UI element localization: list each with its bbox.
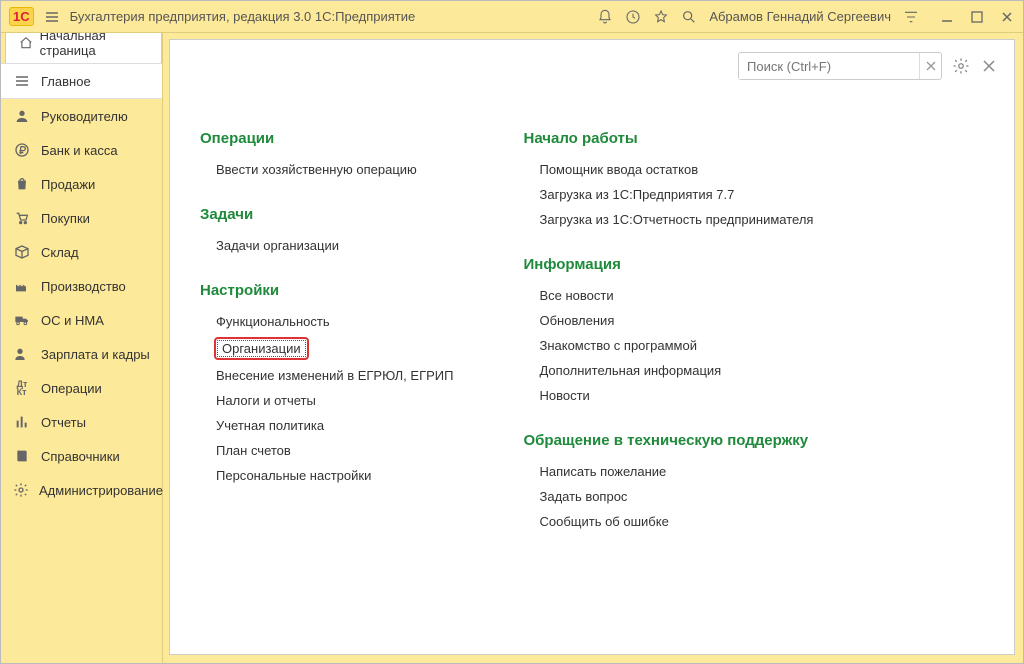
sidebar-item-label: Склад — [41, 245, 79, 260]
hamburger-icon[interactable] — [44, 9, 60, 25]
sidebar-item-warehouse[interactable]: Склад — [1, 235, 162, 269]
section-title-settings: Настройки — [200, 282, 453, 299]
minimize-icon[interactable] — [939, 9, 955, 25]
link-taxes[interactable]: Налоги и отчеты — [200, 388, 453, 413]
tab-home[interactable]: Начальная страница — [5, 33, 162, 63]
sidebar-item-assets[interactable]: ОС и НМА — [1, 303, 162, 337]
link-load-77[interactable]: Загрузка из 1С:Предприятия 7.7 — [523, 182, 813, 207]
star-icon[interactable] — [653, 9, 669, 25]
factory-icon — [13, 277, 31, 295]
menu-icon — [13, 72, 31, 90]
sidebar-item-bank[interactable]: Банк и касса — [1, 133, 162, 167]
content-pane: Операции Ввести хозяйственную операцию З… — [169, 39, 1015, 655]
bag-icon — [13, 175, 31, 193]
app-body: Начальная страница Главное Руководителю … — [1, 33, 1023, 663]
sidebar-item-sales[interactable]: Продажи — [1, 167, 162, 201]
app-window: 1C Бухгалтерия предприятия, редакция 3.0… — [0, 0, 1024, 664]
sidebar-item-salary[interactable]: Зарплата и кадры — [1, 337, 162, 371]
column-right: Начало работы Помощник ввода остатков За… — [523, 130, 813, 558]
ruble-icon — [13, 141, 31, 159]
link-egrul[interactable]: Внесение изменений в ЕГРЮЛ, ЕГРИП — [200, 363, 453, 388]
sidebar-item-label: ОС и НМА — [41, 313, 104, 328]
sidebar-item-main[interactable]: Главное — [1, 63, 162, 99]
column-left: Операции Ввести хозяйственную операцию З… — [200, 130, 453, 558]
sidebar-item-label: Производство — [41, 279, 126, 294]
home-icon — [18, 34, 34, 52]
sidebar-item-label: Банк и касса — [41, 143, 118, 158]
link-organizations[interactable]: Организации — [214, 337, 309, 360]
people-icon — [13, 345, 31, 363]
search-clear-icon[interactable] — [919, 53, 941, 79]
search-wrap — [738, 52, 942, 80]
content-toolbar — [738, 52, 998, 80]
link-report-error[interactable]: Сообщить об ошибке — [523, 509, 813, 534]
section-title-tasks: Задачи — [200, 206, 453, 223]
section-title-operations: Операции — [200, 130, 453, 147]
truck-icon — [13, 311, 31, 329]
sidebar-item-directories[interactable]: Справочники — [1, 439, 162, 473]
sidebar-item-operations[interactable]: ДтКт Операции — [1, 371, 162, 405]
link-ask-question[interactable]: Задать вопрос — [523, 484, 813, 509]
gear-icon — [13, 481, 29, 499]
sidebar-item-label: Администрирование — [39, 483, 163, 498]
content-wrap: Операции Ввести хозяйственную операцию З… — [163, 33, 1023, 663]
sidebar-item-label: Отчеты — [41, 415, 86, 430]
link-balance-assistant[interactable]: Помощник ввода остатков — [523, 157, 813, 182]
sidebar-item-purchases[interactable]: Покупки — [1, 201, 162, 235]
sidebar-item-label: Главное — [41, 74, 91, 89]
titlebar: 1C Бухгалтерия предприятия, редакция 3.0… — [1, 1, 1023, 33]
link-enter-operation[interactable]: Ввести хозяйственную операцию — [200, 157, 453, 182]
user-name[interactable]: Абрамов Геннадий Сергеевич — [709, 9, 891, 24]
sidebar-item-label: Операции — [41, 381, 102, 396]
person-icon — [13, 107, 31, 125]
sidebar-item-label: Руководителю — [41, 109, 128, 124]
link-accounting-policy[interactable]: Учетная политика — [200, 413, 453, 438]
box-icon — [13, 243, 31, 261]
link-personal-settings[interactable]: Персональные настройки — [200, 463, 453, 488]
link-write-wish[interactable]: Написать пожелание — [523, 459, 813, 484]
sidebar-item-reports[interactable]: Отчеты — [1, 405, 162, 439]
section-title-support: Обращение в техническую поддержку — [523, 432, 813, 449]
sidebar: Начальная страница Главное Руководителю … — [1, 33, 163, 663]
link-chart-accounts[interactable]: План счетов — [200, 438, 453, 463]
section-title-info: Информация — [523, 256, 813, 273]
link-load-reporting[interactable]: Загрузка из 1С:Отчетность предпринимател… — [523, 207, 813, 232]
link-updates[interactable]: Обновления — [523, 308, 813, 333]
sidebar-item-admin[interactable]: Администрирование — [1, 473, 162, 507]
sidebar-item-manager[interactable]: Руководителю — [1, 99, 162, 133]
sidebar-item-production[interactable]: Производство — [1, 269, 162, 303]
filter-icon[interactable] — [903, 9, 919, 25]
settings-icon[interactable] — [952, 57, 970, 75]
cart-icon — [13, 209, 31, 227]
link-intro[interactable]: Знакомство с программой — [523, 333, 813, 358]
bell-icon[interactable] — [597, 9, 613, 25]
panel-close-icon[interactable] — [980, 57, 998, 75]
maximize-icon[interactable] — [969, 9, 985, 25]
link-news[interactable]: Новости — [523, 383, 813, 408]
sidebar-item-label: Продажи — [41, 177, 95, 192]
app-title: Бухгалтерия предприятия, редакция 3.0 1С… — [70, 9, 416, 24]
tabstrip: Начальная страница — [1, 33, 162, 63]
logo-1c: 1C — [9, 7, 34, 26]
dtkt-icon: ДтКт — [13, 379, 31, 397]
search-input[interactable] — [739, 54, 919, 79]
tab-label: Начальная страница — [40, 33, 149, 58]
section-title-start: Начало работы — [523, 130, 813, 147]
link-extra-info[interactable]: Дополнительная информация — [523, 358, 813, 383]
sidebar-item-label: Покупки — [41, 211, 90, 226]
sidebar-item-label: Справочники — [41, 449, 120, 464]
history-icon[interactable] — [625, 9, 641, 25]
chart-icon — [13, 413, 31, 431]
book-icon — [13, 447, 31, 465]
sidebar-item-label: Зарплата и кадры — [41, 347, 150, 362]
link-all-news[interactable]: Все новости — [523, 283, 813, 308]
link-functionality[interactable]: Функциональность — [200, 309, 453, 334]
search-icon[interactable] — [681, 9, 697, 25]
link-org-tasks[interactable]: Задачи организации — [200, 233, 453, 258]
close-icon[interactable] — [999, 9, 1015, 25]
columns: Операции Ввести хозяйственную операцию З… — [200, 130, 813, 558]
